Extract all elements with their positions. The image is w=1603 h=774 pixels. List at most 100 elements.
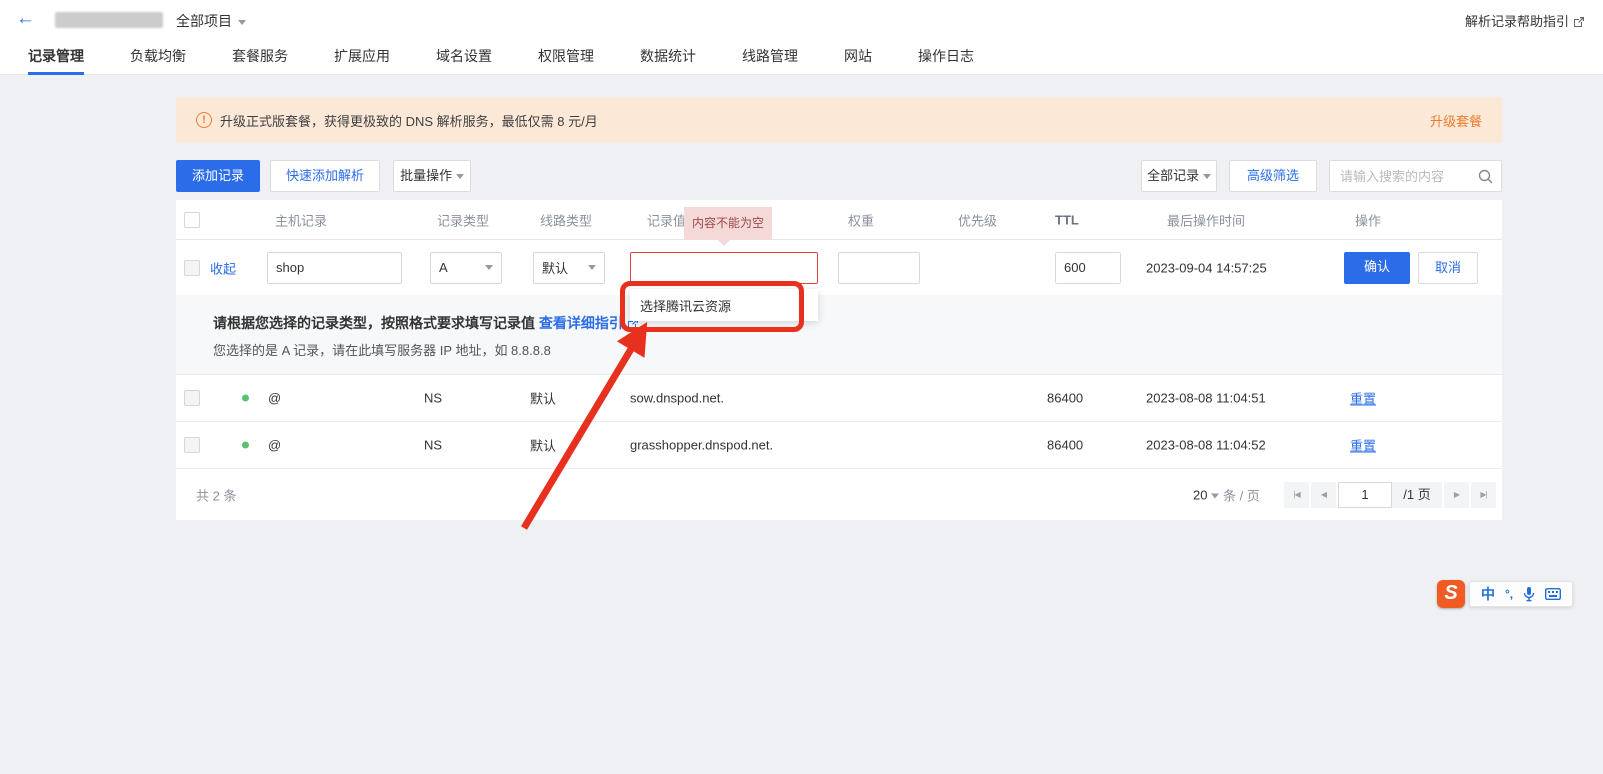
table-row: @ NS 默认 grasshopper.dnspod.net. 86400 20… bbox=[176, 422, 1502, 469]
records-table: 主机记录 记录类型 线路类型 记录值 权重 优先级 TTL 最后操作时间 操作 … bbox=[176, 200, 1502, 520]
help-line-2: 您选择的是 A 记录，请在此填写服务器 IP 地址，如 8.8.8.8 bbox=[213, 340, 551, 359]
chevron-down-icon bbox=[238, 20, 246, 25]
col-weight: 权重 bbox=[848, 210, 874, 229]
tab-load-balancing[interactable]: 负载均衡 bbox=[130, 40, 186, 75]
page-size-select[interactable]: 20 bbox=[1193, 488, 1219, 503]
prev-page-button[interactable]: ◀ bbox=[1311, 482, 1336, 508]
ime-bar: 中 °, bbox=[1469, 581, 1573, 607]
search-icon[interactable] bbox=[1478, 169, 1493, 184]
row-time: 2023-08-08 11:04:51 bbox=[1146, 391, 1266, 406]
sogou-logo-icon[interactable]: S bbox=[1437, 580, 1465, 608]
detail-guide-link[interactable]: 查看详细指引 bbox=[539, 315, 623, 331]
validation-tooltip: 内容不能为空 bbox=[684, 207, 772, 240]
record-type-select[interactable]: A bbox=[430, 252, 502, 284]
quick-add-button[interactable]: 快速添加解析 bbox=[270, 160, 380, 192]
tab-website[interactable]: 网站 bbox=[844, 40, 872, 75]
page-total: /1 页 bbox=[1392, 482, 1442, 508]
record-filter-label: 全部记录 bbox=[1147, 168, 1199, 183]
row-value: sow.dnspod.net. bbox=[630, 391, 724, 406]
page-number-input[interactable]: 1 bbox=[1338, 482, 1392, 508]
edit-record-row: 收起 A 默认 2023-09-04 14:57:25 确认 取消 bbox=[176, 240, 1502, 295]
chevron-down-icon bbox=[588, 265, 596, 270]
weight-input[interactable] bbox=[838, 252, 920, 284]
row-time: 2023-08-08 11:04:52 bbox=[1146, 438, 1266, 453]
tab-domain-settings[interactable]: 域名设置 bbox=[436, 40, 492, 75]
col-type: 记录类型 bbox=[437, 210, 489, 229]
next-page-button[interactable]: ▶ bbox=[1444, 482, 1469, 508]
help-line-1: 请根据您选择的记录类型，按照格式要求填写记录值 查看详细指引 bbox=[213, 313, 639, 333]
row-host: @ bbox=[268, 438, 281, 453]
upgrade-banner-text: 升级正式版套餐，获得更极致的 DNS 解析服务，最低仅需 8 元/月 bbox=[220, 111, 598, 130]
batch-operation-label: 批量操作 bbox=[400, 168, 452, 183]
chevron-down-icon bbox=[1203, 174, 1211, 179]
advanced-filter-button[interactable]: 高级筛选 bbox=[1229, 160, 1317, 192]
table-footer: 共 2 条 20 条 / 页 |◀ ◀ 1 /1 页 ▶ ▶| bbox=[176, 469, 1502, 521]
row-type: NS bbox=[424, 438, 442, 453]
select-tencent-resource-option[interactable]: 选择腾讯云资源 bbox=[630, 289, 818, 321]
row-ttl: 86400 bbox=[1047, 438, 1083, 453]
tab-line-management[interactable]: 线路管理 bbox=[742, 40, 798, 75]
row-line: 默认 bbox=[530, 389, 556, 408]
topbar: ← 全部项目 解析记录帮助指引 bbox=[0, 0, 1603, 40]
collapse-link[interactable]: 收起 bbox=[210, 258, 236, 277]
chevron-down-icon bbox=[1211, 494, 1219, 499]
chevron-down-icon bbox=[485, 265, 493, 270]
table-header-row: 主机记录 记录类型 线路类型 记录值 权重 优先级 TTL 最后操作时间 操作 bbox=[176, 200, 1502, 240]
row-checkbox bbox=[184, 260, 200, 276]
last-page-button[interactable]: ▶| bbox=[1471, 482, 1496, 508]
tab-plan-service[interactable]: 套餐服务 bbox=[232, 40, 288, 75]
cancel-button[interactable]: 取消 bbox=[1418, 252, 1478, 284]
chevron-down-icon bbox=[456, 174, 464, 179]
col-priority: 优先级 bbox=[958, 210, 997, 229]
host-input[interactable] bbox=[267, 252, 402, 284]
row-checkbox[interactable] bbox=[184, 437, 200, 453]
tab-permissions[interactable]: 权限管理 bbox=[538, 40, 594, 75]
table-row: @ NS 默认 sow.dnspod.net. 86400 2023-08-08… bbox=[176, 375, 1502, 422]
record-filter-dropdown[interactable]: 全部记录 bbox=[1141, 160, 1217, 192]
tab-statistics[interactable]: 数据统计 bbox=[640, 40, 696, 75]
help-line-1-text: 请根据您选择的记录类型，按照格式要求填写记录值 bbox=[213, 315, 535, 331]
project-selector-label: 全部项目 bbox=[176, 13, 232, 29]
page-size-value: 20 bbox=[1193, 488, 1207, 503]
per-page-unit: 条 / 页 bbox=[1223, 486, 1260, 505]
row-checkbox[interactable] bbox=[184, 390, 200, 406]
row-line: 默认 bbox=[530, 436, 556, 455]
add-record-button[interactable]: 添加记录 bbox=[176, 160, 260, 192]
col-line: 线路类型 bbox=[540, 210, 592, 229]
status-dot-icon bbox=[242, 395, 249, 402]
row-host: @ bbox=[268, 391, 281, 406]
help-guide-link[interactable]: 解析记录帮助指引 bbox=[1465, 11, 1585, 30]
ime-punctuation-toggle[interactable]: °, bbox=[1505, 587, 1513, 601]
line-type-select[interactable]: 默认 bbox=[533, 252, 605, 284]
microphone-icon[interactable] bbox=[1523, 587, 1535, 602]
tab-extensions[interactable]: 扩展应用 bbox=[334, 40, 390, 75]
ime-language-toggle[interactable]: 中 bbox=[1481, 584, 1495, 604]
help-guide-label: 解析记录帮助指引 bbox=[1465, 14, 1569, 29]
record-type-value: A bbox=[439, 260, 448, 275]
external-link-icon bbox=[1573, 16, 1585, 28]
tab-record-management[interactable]: 记录管理 bbox=[28, 40, 84, 75]
reset-link[interactable]: 重置 bbox=[1350, 436, 1376, 455]
select-all-checkbox[interactable] bbox=[184, 212, 200, 228]
col-action: 操作 bbox=[1355, 210, 1381, 229]
col-ttl: TTL bbox=[1055, 212, 1079, 227]
back-arrow-icon[interactable]: ← bbox=[16, 8, 35, 30]
confirm-button[interactable]: 确认 bbox=[1344, 252, 1410, 284]
upgrade-plan-link[interactable]: 升级套餐 bbox=[1430, 111, 1482, 130]
search-input[interactable] bbox=[1340, 162, 1475, 190]
project-selector[interactable]: 全部项目 bbox=[176, 11, 246, 31]
ime-toolbar: S 中 °, bbox=[1437, 579, 1573, 609]
ttl-input[interactable] bbox=[1055, 252, 1121, 284]
col-value: 记录值 bbox=[647, 210, 686, 229]
reset-link[interactable]: 重置 bbox=[1350, 389, 1376, 408]
last-modified-time: 2023-09-04 14:57:25 bbox=[1146, 260, 1267, 275]
record-value-input[interactable] bbox=[630, 252, 818, 284]
status-dot-icon bbox=[242, 442, 249, 449]
first-page-button[interactable]: |◀ bbox=[1284, 482, 1309, 508]
total-count: 共 2 条 bbox=[196, 486, 236, 505]
keyboard-icon[interactable] bbox=[1545, 588, 1561, 600]
redacted-domain-name bbox=[55, 12, 163, 28]
tab-operation-log[interactable]: 操作日志 bbox=[918, 40, 974, 75]
record-help-band: 请根据您选择的记录类型，按照格式要求填写记录值 查看详细指引 您选择的是 A 记… bbox=[176, 295, 1502, 375]
batch-operation-button[interactable]: 批量操作 bbox=[393, 160, 471, 192]
